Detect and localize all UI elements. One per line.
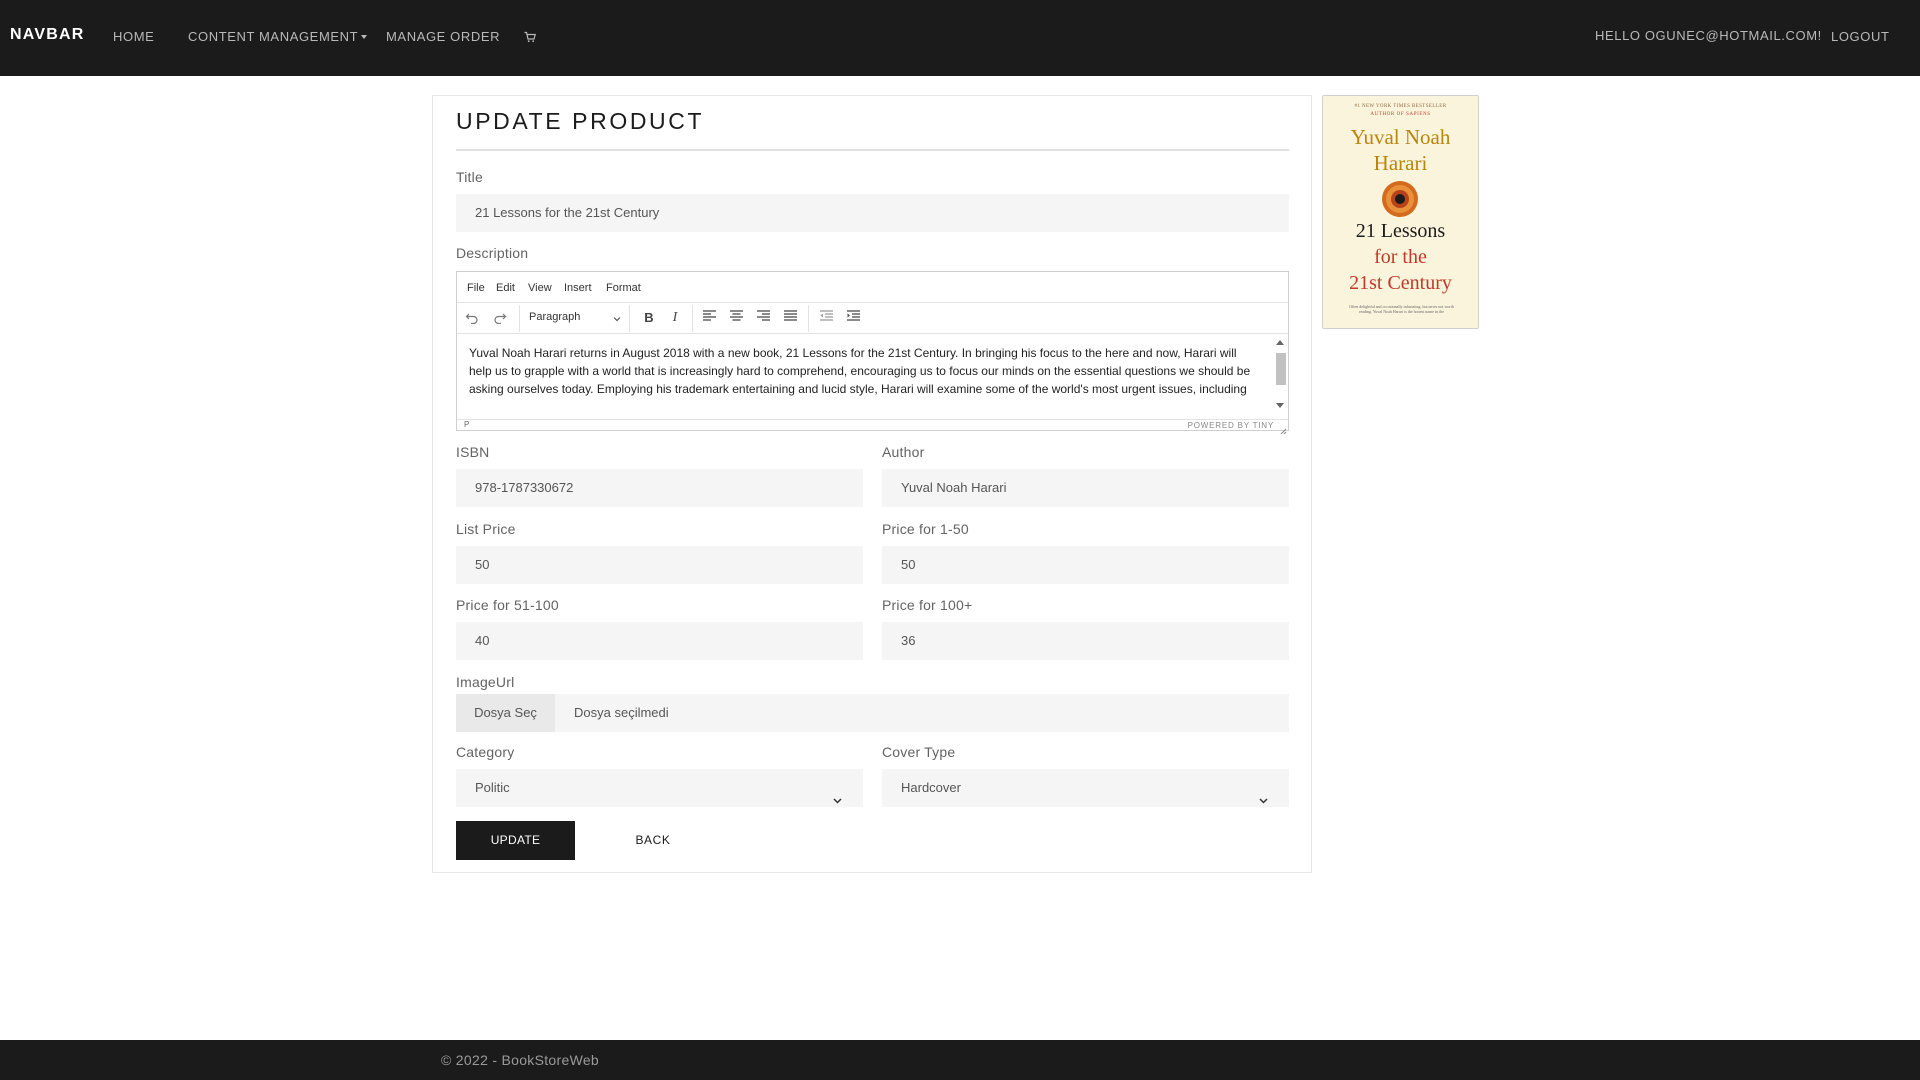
book-cover-image: #1 NEW YORK TIMES BESTSELLER AUTHOR OF S…: [1322, 95, 1479, 329]
nav-user-greeting[interactable]: HELLO OGUNEC@HOTMAIL.COM!: [1595, 28, 1822, 43]
category-selected-value: Politic: [475, 780, 510, 795]
cover-author-line1: Yuval Noah: [1350, 125, 1451, 149]
editor-menu-edit[interactable]: Edit: [496, 282, 515, 294]
toolbar-separator: [692, 305, 693, 332]
align-center-icon[interactable]: [728, 310, 744, 326]
price-1-50-label: Price for 1-50: [882, 521, 969, 537]
indent-icon[interactable]: [845, 310, 861, 326]
nav-logout-link[interactable]: LOGOUT: [1831, 29, 1890, 44]
cover-type-select[interactable]: Hardcover: [882, 769, 1289, 807]
editor-menu-file[interactable]: File: [467, 282, 485, 294]
price-1-50-input[interactable]: 50: [882, 546, 1289, 584]
align-left-icon[interactable]: [701, 310, 717, 326]
cover-title-line2: for the: [1374, 246, 1427, 268]
resize-handle-icon[interactable]: [1279, 422, 1287, 435]
price-100-plus-label: Price for 100+: [882, 597, 973, 613]
element-path[interactable]: P: [464, 420, 469, 429]
description-label: Description: [456, 245, 529, 261]
top-navbar: NAVBAR HOME CONTENT MANAGEMENT MANAGE OR…: [0, 0, 1920, 76]
update-product-card: UPDATE PRODUCT Title 21 Lessons for the …: [432, 95, 1312, 873]
list-price-input[interactable]: 50: [456, 546, 863, 584]
category-label: Category: [456, 744, 515, 760]
caret-down-icon: [361, 35, 368, 39]
author-label: Author: [882, 444, 925, 460]
chevron-down-icon: [832, 783, 843, 821]
chevron-down-icon: [612, 311, 622, 329]
scroll-thumb[interactable]: [1276, 353, 1286, 385]
list-price-label: List Price: [456, 521, 516, 537]
editor-statusbar: P POWERED BY TINY: [457, 419, 1288, 435]
price-51-100-input[interactable]: 40: [456, 622, 863, 660]
undo-icon[interactable]: [464, 310, 480, 326]
title-label: Title: [456, 169, 483, 185]
cover-blurb: Often delightful and occasionally infuri…: [1349, 304, 1454, 314]
image-file-input[interactable]: Dosya Seç Dosya seçilmedi: [456, 694, 1289, 732]
nav-content-management-dropdown[interactable]: CONTENT MANAGEMENT: [188, 29, 368, 44]
image-url-label: ImageUrl: [456, 674, 515, 690]
back-button[interactable]: BACK: [608, 821, 698, 860]
nav-manage-order-link[interactable]: MANAGE ORDER: [386, 29, 500, 44]
editor-scrollbar[interactable]: [1274, 335, 1286, 415]
title-divider: [456, 149, 1289, 151]
cart-icon[interactable]: [524, 30, 536, 48]
editor-content[interactable]: Yuval Noah Harari returns in August 2018…: [469, 344, 1259, 400]
cover-title-line3: 21st Century: [1349, 272, 1452, 294]
cover-title-line1: 21 Lessons: [1355, 220, 1446, 242]
isbn-input[interactable]: 978-1787330672: [456, 469, 863, 507]
powered-by-tiny-link[interactable]: POWERED BY TINY: [1188, 421, 1274, 430]
nav-content-management-label: CONTENT MANAGEMENT: [188, 29, 359, 44]
chevron-down-icon: [1258, 783, 1269, 821]
editor-menubar: File Edit View Insert Format: [457, 272, 1288, 303]
choose-file-button[interactable]: Dosya Seç: [456, 694, 555, 732]
title-input[interactable]: 21 Lessons for the 21st Century: [456, 194, 1289, 232]
bold-icon[interactable]: B: [641, 310, 657, 326]
align-right-icon[interactable]: [755, 310, 771, 326]
cover-type-label: Cover Type: [882, 744, 956, 760]
nav-home-link[interactable]: HOME: [113, 29, 154, 44]
file-status-text: Dosya seçilmedi: [574, 705, 669, 720]
toolbar-separator: [519, 305, 520, 332]
footer-copyright: © 2022 - BookStoreWeb: [441, 1052, 599, 1068]
editor-toolbar: Paragraph B I: [457, 303, 1288, 334]
navbar-brand[interactable]: NAVBAR: [10, 26, 84, 44]
price-51-100-label: Price for 51-100: [456, 597, 559, 613]
toolbar-separator: [629, 305, 630, 332]
scroll-up-arrow-icon[interactable]: [1276, 340, 1284, 345]
block-format-select[interactable]: Paragraph: [529, 311, 580, 323]
editor-menu-insert[interactable]: Insert: [564, 282, 592, 294]
cover-tagline: #1 NEW YORK TIMES BESTSELLER: [1354, 104, 1447, 109]
cover-author-line2: Harari: [1373, 151, 1428, 175]
cover-subtagline: AUTHOR OF SAPIENS: [1370, 112, 1431, 117]
category-select[interactable]: Politic: [456, 769, 863, 807]
italic-icon[interactable]: I: [667, 310, 683, 326]
price-100-plus-input[interactable]: 36: [882, 622, 1289, 660]
redo-icon[interactable]: [492, 310, 508, 326]
page-footer: © 2022 - BookStoreWeb: [0, 1040, 1920, 1080]
update-button[interactable]: UPDATE: [456, 821, 575, 860]
toolbar-separator: [808, 305, 809, 332]
eye-icon: [1381, 180, 1419, 223]
cover-type-selected-value: Hardcover: [901, 780, 961, 795]
outdent-icon[interactable]: [818, 310, 834, 326]
cover-author: Yuval Noah Harari: [1323, 124, 1478, 176]
editor-menu-view[interactable]: View: [528, 282, 552, 294]
scroll-down-arrow-icon[interactable]: [1276, 403, 1284, 408]
page-title: UPDATE PRODUCT: [456, 108, 705, 134]
isbn-label: ISBN: [456, 444, 490, 460]
align-justify-icon[interactable]: [782, 310, 798, 326]
description-editor[interactable]: File Edit View Insert Format Paragraph B…: [456, 271, 1289, 435]
editor-menu-format[interactable]: Format: [606, 282, 641, 294]
author-input[interactable]: Yuval Noah Harari: [882, 469, 1289, 507]
